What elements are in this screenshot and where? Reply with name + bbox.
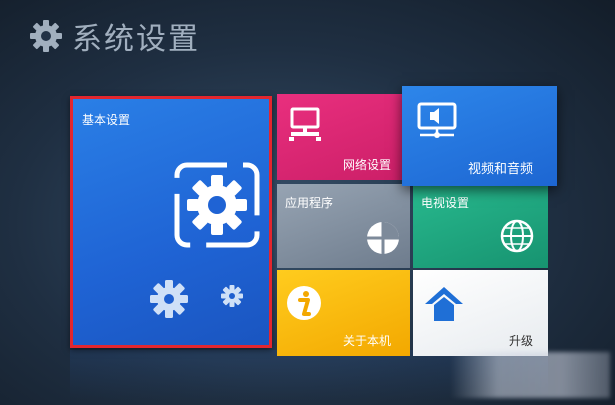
tile-basic-settings-label: 基本设置 — [82, 113, 131, 127]
tile-network-settings[interactable]: 网络设置 — [277, 94, 403, 180]
page-title: 系统设置 — [72, 22, 200, 57]
gear-icon — [30, 20, 62, 52]
pie-chart-icon — [367, 222, 399, 254]
page-header: 系统设置 — [28, 14, 200, 58]
upgrade-house-icon — [425, 287, 463, 321]
tile-video-audio-label: 视频和音频 — [468, 162, 534, 177]
info-icon — [287, 286, 321, 320]
globe-icon — [500, 219, 534, 253]
settings-gear-small-icon — [221, 285, 243, 307]
tile-applications[interactable]: 应用程序 — [277, 184, 410, 268]
tile-network-settings-label: 网络设置 — [343, 158, 392, 172]
tile-upgrade-label: 升级 — [509, 334, 534, 348]
tile-video-audio[interactable]: 视频和音频 — [402, 86, 557, 186]
tile-tv-settings[interactable]: 电视设置 — [413, 184, 548, 268]
network-monitor-icon — [289, 107, 321, 141]
tile-about-device-label: 关于本机 — [343, 334, 392, 348]
settings-gear-large-icon — [174, 162, 260, 248]
tile-tv-settings-label: 电视设置 — [421, 196, 470, 210]
blurred-watermark — [450, 352, 610, 398]
tile-upgrade[interactable]: 升级 — [413, 270, 548, 356]
tile-applications-label: 应用程序 — [285, 196, 334, 210]
video-screen-icon — [417, 102, 457, 138]
tile-about-device[interactable]: 关于本机 — [277, 270, 410, 356]
tile-basic-settings[interactable]: 基本设置 — [70, 96, 272, 348]
settings-gear-medium-icon — [150, 280, 188, 318]
